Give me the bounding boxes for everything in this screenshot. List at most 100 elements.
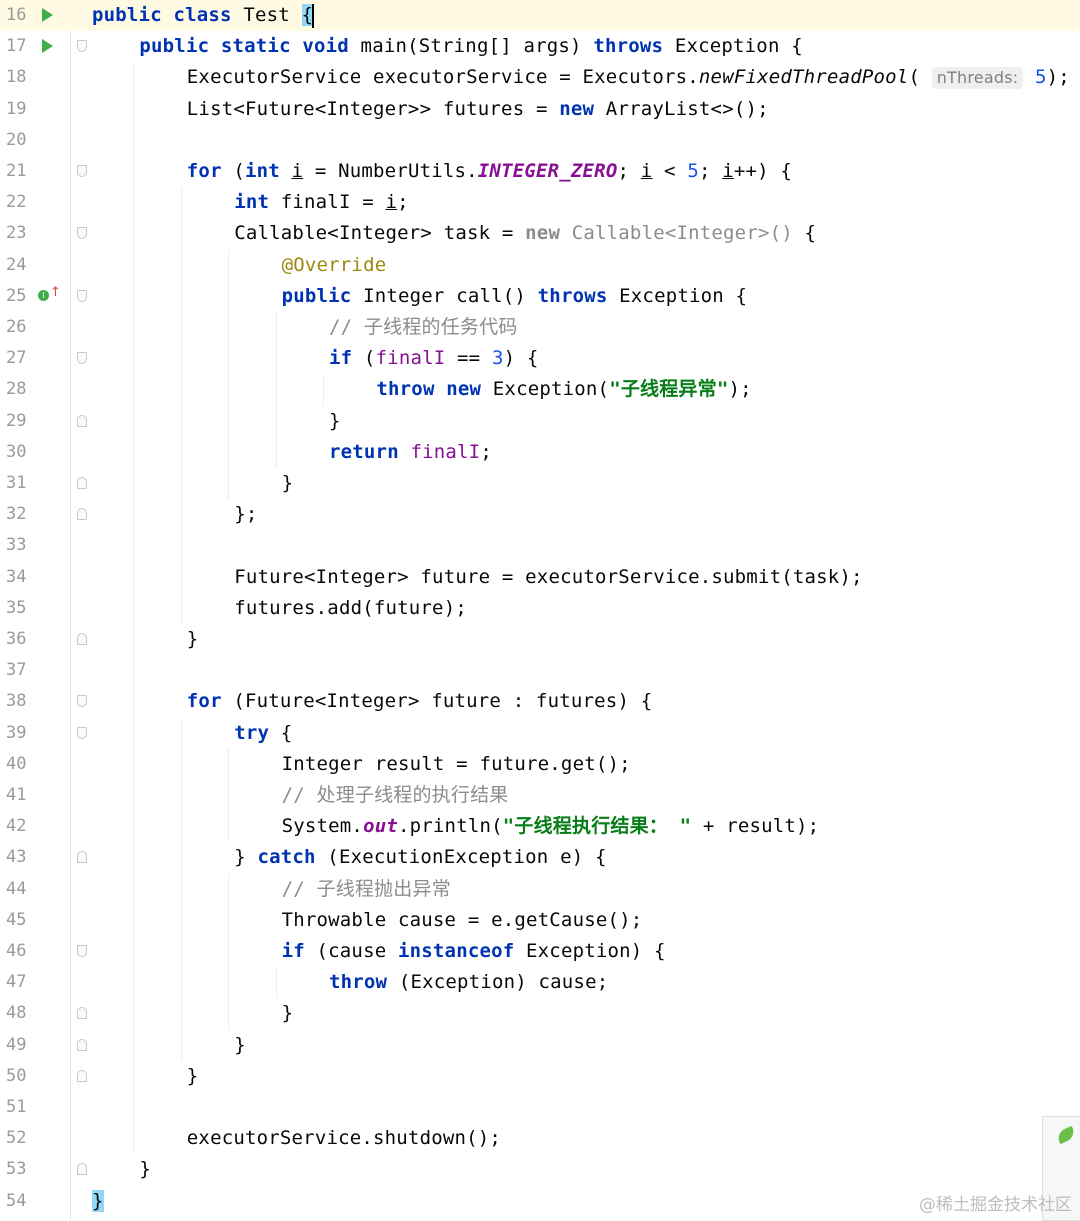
code-line[interactable]: 27 if (finalI == 3) { (0, 343, 1080, 374)
code-text: } catch (ExecutionException e) { (234, 842, 606, 873)
line-number: 48 (6, 1003, 27, 1024)
code-line[interactable]: 25 I ↑ public Integer call() throws Excepti… (0, 281, 1080, 312)
code-text: try { (234, 718, 292, 749)
code-line[interactable]: 42 System.out.println("子线程执行结果： " + resul… (0, 811, 1080, 842)
fold-start-icon[interactable] (77, 40, 87, 53)
code-line[interactable]: 26 // 子线程的任务代码 (0, 312, 1080, 343)
code-token: public (92, 4, 162, 26)
code-line[interactable]: 33 (0, 530, 1080, 561)
code-token: = NumberUtils. (303, 160, 478, 182)
code-line[interactable]: 36} (0, 624, 1080, 655)
code-token: main(String[] args) (348, 35, 594, 58)
code-line[interactable]: 21 for (int i = NumberUtils.INTEGER_ZERO;… (0, 156, 1080, 187)
fold-end-icon[interactable] (77, 477, 87, 489)
line-number: 51 (6, 1097, 27, 1117)
code-line[interactable]: 54} (0, 1186, 1080, 1217)
line-number: 52 (6, 1128, 27, 1149)
code-line[interactable]: 30 return finalI; (0, 437, 1080, 468)
fold-start-icon[interactable] (77, 165, 87, 177)
code-line[interactable]: 35 futures.add(future); (0, 593, 1080, 624)
fold-start-icon[interactable] (77, 726, 87, 739)
code-line[interactable]: 23 Callable<Integer> task = new Callable<… (0, 218, 1080, 249)
line-number: 45 (6, 909, 27, 930)
code-line[interactable]: 20 (0, 125, 1080, 156)
code-token: "子线程异常" (609, 378, 729, 401)
code-line[interactable]: 31} (0, 468, 1080, 499)
fold-end-icon[interactable] (77, 1007, 87, 1020)
fold-end-icon[interactable] (77, 1038, 87, 1051)
code-text: public Integer call() throws Exception { (282, 281, 748, 312)
code-line[interactable]: 38 for (Future<Integer> future : futures)… (0, 686, 1080, 717)
code-line[interactable]: 24 @Override (0, 250, 1080, 281)
code-token: @Override (281, 253, 387, 276)
code-token: == (445, 347, 492, 370)
code-line[interactable]: 43} catch (ExecutionException e) { (0, 842, 1080, 873)
code-token: ); (1046, 66, 1070, 89)
code-line[interactable]: 52 executorService.shutdown(); (0, 1123, 1080, 1154)
code-token: int (245, 160, 280, 182)
fold-end-icon[interactable] (77, 1163, 87, 1176)
fold-end-icon[interactable] (77, 851, 87, 864)
fold-start-icon[interactable] (77, 227, 87, 240)
indent-guide (228, 748, 230, 843)
code-token: ( (352, 347, 376, 370)
code-line[interactable]: 40 Integer result = future.get(); (0, 749, 1080, 780)
code-token: "子线程执行结果： " (502, 815, 692, 838)
code-token: } (186, 1064, 199, 1087)
run-icon[interactable] (42, 39, 53, 54)
code-line[interactable]: 28 throw new Exception("子线程异常"); (0, 374, 1080, 405)
fold-end-icon[interactable] (77, 414, 87, 427)
code-text: } (187, 624, 199, 655)
code-line[interactable]: 51 (0, 1092, 1080, 1123)
fold-end-icon[interactable] (77, 633, 87, 645)
code-token: 3 (491, 347, 504, 370)
code-line[interactable]: 22 int finalI = i; (0, 187, 1080, 218)
code-token: 5 (1034, 66, 1047, 89)
code-line[interactable]: 41 // 处理子线程的执行结果 (0, 780, 1080, 811)
code-line[interactable]: 39 try { (0, 718, 1080, 749)
code-editor[interactable]: 16 public class Test {17 public static voi… (0, 0, 1080, 1221)
code-line[interactable]: 18 ExecutorService executorService = Exec… (0, 62, 1080, 93)
code-token: (Future<Integer> future : futures) { (221, 690, 653, 713)
code-line[interactable]: 44 // 子线程抛出异常 (0, 874, 1080, 905)
override-method-icon[interactable]: I (38, 289, 49, 301)
code-line[interactable]: 47 throw (Exception) cause; (0, 967, 1080, 998)
line-number: 40 (6, 753, 27, 774)
code-line[interactable]: 17 public static void main(String[] args)… (0, 31, 1080, 62)
fold-start-icon[interactable] (77, 695, 87, 708)
code-line[interactable]: 48} (0, 998, 1080, 1029)
code-line[interactable]: 32}; (0, 499, 1080, 530)
code-line[interactable]: 16 public class Test { (0, 0, 1080, 32)
fold-start-icon[interactable] (77, 945, 87, 957)
indent-guide (275, 312, 277, 468)
code-text: System.out.println("子线程执行结果： " + result)… (282, 811, 820, 842)
code-line[interactable]: 19 List<Future<Integer>> futures = new Ar… (0, 94, 1080, 125)
code-line[interactable]: 45 Throwable cause = e.getCause(); (0, 905, 1080, 936)
code-text: for (Future<Integer> future : futures) { (187, 686, 653, 717)
code-line[interactable]: 50} (0, 1061, 1080, 1092)
code-text: throw (Exception) cause; (329, 967, 608, 998)
code-line[interactable]: 49} (0, 1030, 1080, 1061)
code-line[interactable]: 37 (0, 655, 1080, 686)
fold-end-icon[interactable] (77, 508, 87, 521)
fold-start-icon[interactable] (77, 289, 87, 302)
code-token: } (281, 1002, 294, 1025)
code-line[interactable]: 34 Future<Integer> future = executorServi… (0, 562, 1080, 593)
fold-start-icon[interactable] (77, 352, 87, 365)
fold-end-icon[interactable] (77, 1069, 87, 1082)
run-icon[interactable] (42, 8, 53, 22)
code-line[interactable]: 29} (0, 406, 1080, 437)
line-number: 22 (6, 192, 27, 213)
code-line[interactable]: 53} (0, 1154, 1080, 1185)
code-line[interactable]: 46 if (cause instanceof Exception) { (0, 936, 1080, 967)
code-token: finalI (410, 440, 481, 463)
line-number: 19 (6, 98, 27, 119)
code-token: ; (397, 191, 409, 214)
code-token: if (329, 347, 353, 370)
line-number: 26 (6, 317, 27, 337)
code-token: } (234, 1033, 246, 1056)
code-text: } (139, 1154, 151, 1185)
code-text: // 子线程抛出异常 (282, 874, 451, 905)
line-number: 44 (6, 878, 27, 899)
